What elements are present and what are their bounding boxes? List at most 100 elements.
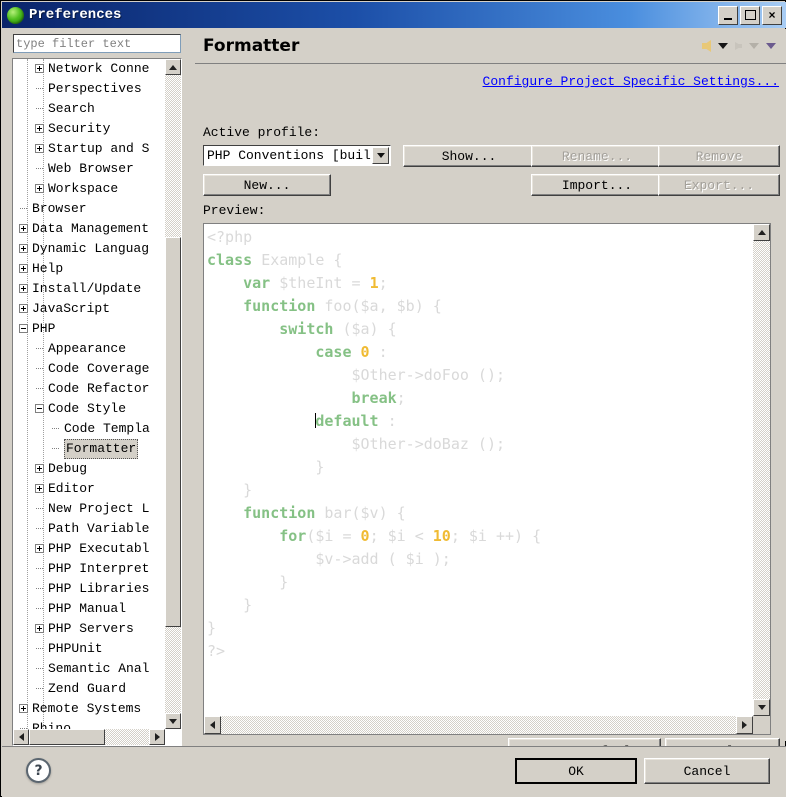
code-line: function bar($v) { xyxy=(243,504,406,522)
sidebar-item-php-executabl[interactable]: PHP Executabl xyxy=(13,539,166,559)
sidebar-item-php-libraries[interactable]: PHP Libraries xyxy=(13,579,166,599)
sidebar-item-startup-and-s[interactable]: Startup and S xyxy=(13,139,166,159)
sidebar-item-perspectives[interactable]: Perspectives xyxy=(13,79,166,99)
tree-scroll-down-button[interactable] xyxy=(165,713,181,729)
sidebar-item-label: Help xyxy=(32,261,64,276)
active-profile-select[interactable]: PHP Conventions [buil xyxy=(203,145,391,166)
sidebar-item-label: Path Variable xyxy=(48,521,150,536)
code-line: $Other->doBaz (); xyxy=(207,435,506,453)
tree-scroll-up-button[interactable] xyxy=(165,59,181,75)
configure-project-specific-settings-link[interactable]: Configure Project Specific Settings... xyxy=(483,74,779,89)
new-button[interactable]: New... xyxy=(203,174,331,196)
sidebar-item-browser[interactable]: Browser xyxy=(13,199,166,219)
expand-icon[interactable] xyxy=(35,464,44,473)
sidebar-item-php-servers[interactable]: PHP Servers xyxy=(13,619,166,639)
expand-icon[interactable] xyxy=(19,224,28,233)
sidebar-item-javascript[interactable]: JavaScript xyxy=(13,299,166,319)
import-button[interactable]: Import... xyxy=(531,174,663,196)
code-line: default : xyxy=(315,412,397,430)
sidebar-item-zend-guard[interactable]: Zend Guard xyxy=(13,679,166,699)
help-icon[interactable]: ? xyxy=(26,758,51,783)
sidebar-item-semantic-anal[interactable]: Semantic Anal xyxy=(13,659,166,679)
sidebar-item-editor[interactable]: Editor xyxy=(13,479,166,499)
code-preview-text: <?php class Example { var $theInt = 1; fu… xyxy=(204,224,753,716)
code-line: ?> xyxy=(207,642,226,660)
expand-icon[interactable] xyxy=(35,624,44,633)
sidebar-item-new-project-l[interactable]: New Project L xyxy=(13,499,166,519)
sidebar-item-workspace[interactable]: Workspace xyxy=(13,179,166,199)
expand-icon[interactable] xyxy=(19,244,28,253)
expand-icon[interactable] xyxy=(35,184,44,193)
sidebar-item-label: PHP Servers xyxy=(48,621,134,636)
expand-icon[interactable] xyxy=(35,124,44,133)
filter-box[interactable] xyxy=(13,34,181,53)
expand-icon[interactable] xyxy=(35,64,44,73)
preview-scroll-right-button[interactable] xyxy=(736,716,753,734)
sidebar-item-install-update[interactable]: Install/Update xyxy=(13,279,166,299)
page-menu-chevron-down-icon[interactable] xyxy=(766,43,776,49)
preview-scroll-left-button[interactable] xyxy=(204,716,221,734)
expand-icon[interactable] xyxy=(35,144,44,153)
arrow-left-icon xyxy=(18,733,24,741)
expand-icon[interactable] xyxy=(35,544,44,553)
sidebar-item-search[interactable]: Search xyxy=(13,99,166,119)
sidebar-item-formatter[interactable]: Formatter xyxy=(13,439,166,459)
maximize-button[interactable] xyxy=(740,5,760,25)
sidebar-item-security[interactable]: Security xyxy=(13,119,166,139)
sidebar-item-label: PHP Libraries xyxy=(48,581,150,596)
preview-scroll-up-button[interactable] xyxy=(753,224,770,241)
preview-scroll-down-button[interactable] xyxy=(753,699,770,716)
sidebar-item-code-templa[interactable]: Code Templa xyxy=(13,419,166,439)
sidebar-item-php-manual[interactable]: PHP Manual xyxy=(13,599,166,619)
sidebar-item-appearance[interactable]: Appearance xyxy=(13,339,166,359)
sidebar-item-code-coverage[interactable]: Code Coverage xyxy=(13,359,166,379)
close-button[interactable]: × xyxy=(762,5,782,25)
sidebar-item-phpunit[interactable]: PHPUnit xyxy=(13,639,166,659)
collapse-icon[interactable] xyxy=(19,324,28,333)
sidebar-item-web-browser[interactable]: Web Browser xyxy=(13,159,166,179)
code-preview[interactable]: <?php class Example { var $theInt = 1; fu… xyxy=(203,223,771,735)
sidebar-item-network-conne[interactable]: Network Conne xyxy=(13,59,166,79)
expand-icon[interactable] xyxy=(35,484,44,493)
chevron-down-icon[interactable] xyxy=(372,147,389,164)
expand-icon[interactable] xyxy=(19,304,28,313)
tree-scroll-left-button[interactable] xyxy=(13,729,29,745)
sidebar-item-code-style[interactable]: Code Style xyxy=(13,399,166,419)
expand-icon[interactable] xyxy=(19,284,28,293)
preview-horizontal-scrollbar[interactable] xyxy=(204,716,753,734)
expand-icon[interactable] xyxy=(19,264,28,273)
sidebar-item-rhino[interactable]: Rhino xyxy=(13,719,166,729)
sidebar-item-label: Formatter xyxy=(64,439,139,459)
tree-branch-icon xyxy=(52,448,59,450)
sidebar-item-path-variable[interactable]: Path Variable xyxy=(13,519,166,539)
back-history-chevron-down-icon[interactable] xyxy=(718,43,728,49)
show-button[interactable]: Show... xyxy=(403,145,535,167)
expand-icon[interactable] xyxy=(19,704,28,713)
sidebar-item-code-refactor[interactable]: Code Refactor xyxy=(13,379,166,399)
sidebar-item-help[interactable]: Help xyxy=(13,259,166,279)
title-bar[interactable]: Preferences × xyxy=(2,2,786,28)
search-input[interactable] xyxy=(14,35,180,52)
sidebar-item-dynamic-languag[interactable]: Dynamic Languag xyxy=(13,239,166,259)
tree-scroll-right-button[interactable] xyxy=(149,729,165,745)
cancel-button[interactable]: Cancel xyxy=(644,758,770,784)
sidebar-item-remote-systems[interactable]: Remote Systems xyxy=(13,699,166,719)
minimize-button[interactable] xyxy=(718,5,738,25)
collapse-icon[interactable] xyxy=(35,404,44,413)
sidebar-item-label: Code Templa xyxy=(64,421,150,436)
sidebar-item-debug[interactable]: Debug xyxy=(13,459,166,479)
tree-horizontal-scrollbar[interactable] xyxy=(13,729,181,745)
tree-vertical-scrollbar[interactable] xyxy=(165,59,181,729)
sidebar-item-php[interactable]: PHP xyxy=(13,319,166,339)
preview-scroll-trough[interactable] xyxy=(753,241,770,699)
preview-vertical-scrollbar[interactable] xyxy=(753,224,770,716)
sidebar-item-php-interpret[interactable]: PHP Interpret xyxy=(13,559,166,579)
back-arrow-icon[interactable] xyxy=(702,40,711,52)
tree-hscroll-thumb[interactable] xyxy=(29,729,105,745)
sidebar-item-data-management[interactable]: Data Management xyxy=(13,219,166,239)
ok-button[interactable]: OK xyxy=(515,758,637,784)
settings-tree[interactable]: Network Conne Perspectives Search Security S… xyxy=(12,58,182,746)
page-title: Formatter xyxy=(203,36,300,56)
preview-hscroll-trough[interactable] xyxy=(221,716,736,734)
tree-scroll-thumb[interactable] xyxy=(165,237,181,627)
